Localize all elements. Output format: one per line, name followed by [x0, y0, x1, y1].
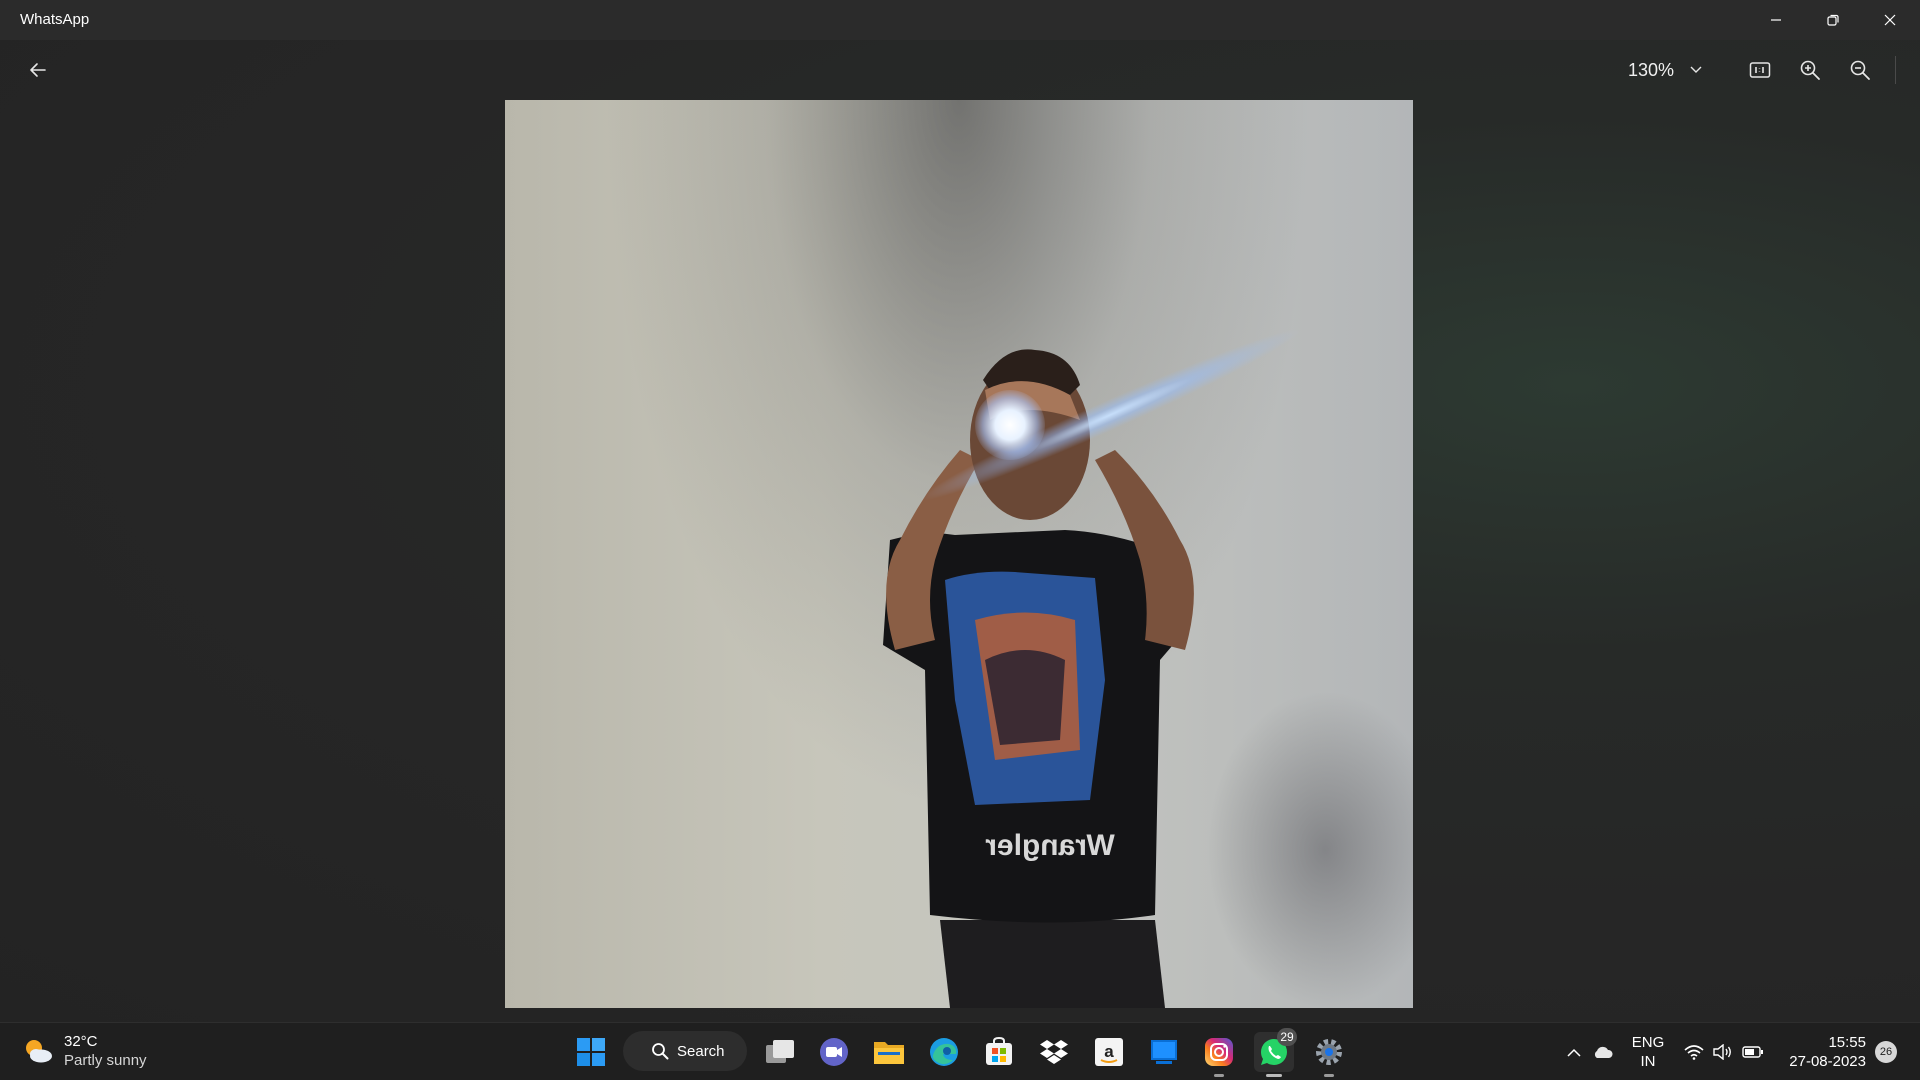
dropbox-button[interactable] — [1034, 1032, 1074, 1072]
zoom-level-dropdown[interactable]: 130% — [1628, 54, 1718, 86]
dropbox-icon — [1040, 1040, 1068, 1064]
taskbar-search-box[interactable]: Search — [623, 1031, 747, 1071]
settings-gear-icon — [1316, 1039, 1342, 1065]
amazon-icon: a — [1095, 1038, 1123, 1066]
zoom-level-value: 130% — [1628, 59, 1675, 80]
edge-browser-icon — [930, 1038, 958, 1066]
blue-app-button[interactable] — [1144, 1032, 1184, 1072]
video-chat-icon — [820, 1038, 848, 1066]
photo-flash — [975, 390, 1045, 460]
active-indicator — [1266, 1074, 1282, 1077]
viewed-photo: Wrangler — [505, 100, 1413, 1008]
chat-app-button[interactable] — [814, 1032, 854, 1072]
file-explorer-button[interactable] — [869, 1032, 909, 1072]
weather-temperature: 32°C — [64, 1033, 98, 1050]
restore-button[interactable] — [1805, 0, 1861, 40]
app-title: WhatsApp — [20, 11, 90, 28]
onedrive-cloud-icon — [1594, 1046, 1613, 1058]
taskbar: 32°C Partly sunny Search a 29 ENG IN 15:… — [0, 1022, 1920, 1080]
windows-start-icon — [577, 1038, 605, 1066]
chevron-up-icon — [1567, 1048, 1581, 1057]
store-icon — [986, 1037, 1012, 1065]
search-icon — [652, 1043, 669, 1060]
wifi-icon — [1684, 1045, 1704, 1060]
zoom-out-icon — [1850, 60, 1870, 80]
restore-icon — [1827, 14, 1839, 26]
volume-icon — [1713, 1044, 1731, 1060]
partly-sunny-icon — [22, 1035, 54, 1067]
clock-time: 15:55 — [1828, 1034, 1866, 1051]
task-view-button[interactable] — [760, 1032, 800, 1072]
region-code: IN — [1640, 1053, 1656, 1070]
input-language-indicator[interactable]: ENG IN — [1628, 1033, 1668, 1071]
zoom-in-icon — [1800, 60, 1820, 80]
zoom-in-button[interactable] — [1792, 54, 1828, 86]
language-code: ENG — [1631, 1034, 1665, 1051]
battery-icon — [1742, 1046, 1763, 1058]
close-button[interactable] — [1862, 0, 1918, 40]
instagram-icon — [1205, 1038, 1233, 1066]
wifi-status[interactable] — [1682, 1032, 1706, 1072]
photo-person-figure: Wrangler — [883, 349, 1194, 1008]
amazon-button[interactable]: a — [1089, 1032, 1129, 1072]
microsoft-store-button[interactable] — [979, 1032, 1019, 1072]
title-bar: WhatsApp — [0, 0, 1920, 40]
search-label: Search — [677, 1042, 725, 1060]
whatsapp-unread-badge: 29 — [1277, 1028, 1297, 1046]
whatsapp-button[interactable]: 29 — [1254, 1028, 1297, 1077]
minimize-button[interactable] — [1748, 0, 1804, 40]
system-clock[interactable]: 15:55 27-08-2023 — [1780, 1033, 1866, 1071]
zoom-out-button[interactable] — [1842, 54, 1878, 86]
chevron-down-icon — [1690, 66, 1702, 73]
start-button[interactable] — [571, 1032, 611, 1072]
actual-size-icon — [1749, 62, 1771, 78]
edge-browser-button[interactable] — [924, 1032, 964, 1072]
notification-count-badge[interactable]: 26 — [1875, 1041, 1897, 1063]
battery-status[interactable] — [1740, 1032, 1766, 1072]
actual-size-button[interactable] — [1742, 54, 1778, 86]
weather-widget[interactable]: 32°C Partly sunny — [22, 1032, 147, 1070]
close-icon — [1884, 14, 1896, 26]
back-button[interactable] — [18, 54, 58, 86]
back-arrow-icon — [30, 63, 46, 77]
volume-control[interactable] — [1711, 1032, 1735, 1072]
photo-shirt-text: Wrangler — [985, 829, 1115, 862]
svg-text:a: a — [1104, 1042, 1114, 1061]
instagram-button[interactable] — [1199, 1032, 1239, 1077]
blue-window-app-icon — [1151, 1040, 1177, 1064]
running-indicator — [1214, 1074, 1224, 1077]
onedrive-button[interactable] — [1590, 1032, 1616, 1072]
settings-button[interactable] — [1309, 1032, 1349, 1077]
task-view-icon — [766, 1040, 794, 1063]
toolbar-divider — [1895, 56, 1896, 84]
folder-icon — [874, 1042, 904, 1064]
viewer-toolbar: 130% — [0, 40, 1920, 100]
running-indicator — [1324, 1074, 1334, 1077]
clock-date: 27-08-2023 — [1789, 1053, 1866, 1070]
show-hidden-icons-button[interactable] — [1562, 1032, 1586, 1072]
weather-condition: Partly sunny — [64, 1052, 147, 1069]
minimize-icon — [1771, 19, 1781, 21]
